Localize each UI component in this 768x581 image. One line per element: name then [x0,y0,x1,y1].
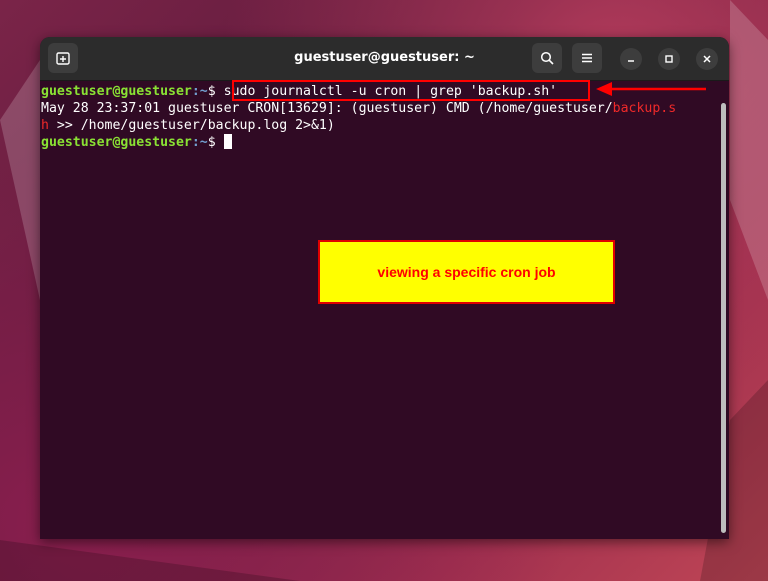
menu-icon [582,53,592,63]
command-highlight-box [232,80,590,101]
prompt-line: guestuser@guestuser:~$ [41,134,232,151]
prompt-path: :~ [191,135,208,150]
output-line-1: May 28 23:37:01 guestuser CRON[13629]: (… [41,100,676,117]
maximize-button[interactable] [658,48,680,70]
close-button[interactable] [696,48,718,70]
search-button[interactable] [532,43,562,73]
output-text: May 28 23:37:01 guestuser CRON[13629]: (… [41,101,613,116]
match-highlight: backup.s [612,101,677,116]
title-bar: guestuser@guestuser: ~ [40,37,729,81]
prompt-path: :~ [191,84,208,99]
search-icon [540,51,554,65]
prompt-symbol: $ [207,135,224,150]
maximize-icon [665,55,673,63]
menu-button[interactable] [572,43,602,73]
scrollbar[interactable] [721,103,726,533]
minimize-icon [628,60,634,62]
match-highlight: h [41,118,49,133]
output-line-2: h >> /home/guestuser/backup.log 2>&1) [41,117,335,134]
annotation-arrow-icon [596,82,706,96]
text-cursor [223,134,232,149]
terminal-output[interactable]: guestuser@guestuser:~$ sudo journalctl -… [40,81,729,539]
annotation-callout: viewing a specific cron job [318,240,615,304]
prompt-symbol: $ [207,84,224,99]
prompt-user: guestuser@guestuser [41,135,192,150]
close-icon [703,55,711,63]
prompt-user: guestuser@guestuser [41,84,192,99]
output-text: >> /home/guestuser/backup.log 2>&1) [48,118,335,133]
minimize-button[interactable] [620,48,642,70]
